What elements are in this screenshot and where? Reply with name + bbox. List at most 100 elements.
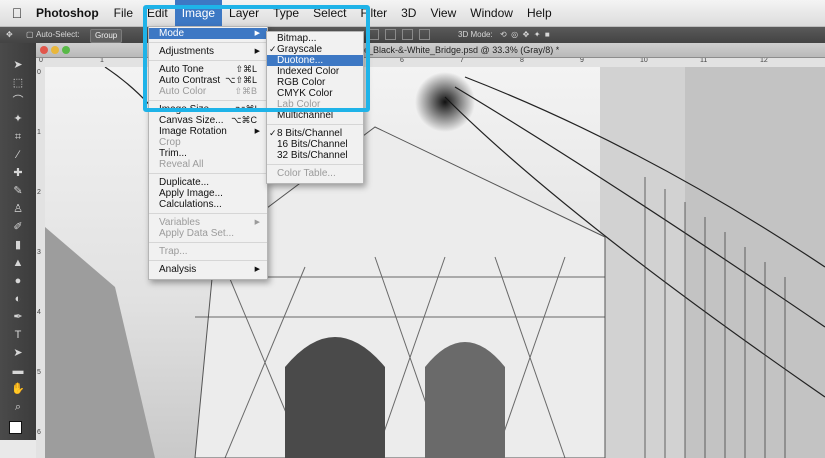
menu-item-image-size[interactable]: Image Size... ⌥⌘I [149, 104, 267, 115]
ruler-label: 4 [37, 309, 41, 316]
menu-layer[interactable]: Layer [222, 0, 266, 26]
menu-type[interactable]: Type [266, 0, 306, 26]
lasso-tool-icon[interactable]: ⌒ [9, 94, 27, 108]
menu-select[interactable]: Select [306, 0, 353, 26]
menu-item-adjustments[interactable]: Adjustments ▶ [149, 46, 267, 57]
align-distribute-icons[interactable] [368, 29, 436, 41]
ruler-label: 8 [520, 58, 524, 64]
menu-item-bitmap[interactable]: Bitmap... [267, 33, 363, 44]
ruler-label: 0 [37, 69, 41, 76]
distribute-icon[interactable] [419, 29, 430, 41]
menu-item-trim[interactable]: Trim... [149, 148, 267, 159]
menu-item-apply-image[interactable]: Apply Image... [149, 188, 267, 199]
menu-separator [267, 124, 363, 125]
scale-3d-icon[interactable]: ■ [545, 30, 550, 39]
document-title[interactable]: or_Black-&-White_Bridge.psd @ 33.3% (Gra… [360, 45, 559, 55]
type-tool-icon[interactable]: T [9, 328, 27, 342]
menu-item-analysis[interactable]: Analysis ▶ [149, 264, 267, 275]
apple-icon[interactable]:  [0, 5, 34, 21]
menu-separator [149, 100, 267, 101]
align-icon[interactable] [385, 29, 396, 41]
menu-file[interactable]: File [107, 0, 140, 26]
rotate-3d-icon[interactable]: ⟲ [500, 30, 507, 39]
crop-tool-icon[interactable]: ⌗ [9, 130, 27, 144]
menu-item-duotone[interactable]: Duotone... [267, 55, 363, 66]
drag-3d-icon[interactable]: ✥ [523, 30, 530, 39]
menu-item-duplicate[interactable]: Duplicate... [149, 177, 267, 188]
3d-mode-icons[interactable]: ⟲ ◎ ✥ ✦ ■ [500, 29, 550, 41]
menu-separator [149, 60, 267, 61]
paint-bucket-tool-icon[interactable]: ▲ [9, 256, 27, 270]
auto-select-label: Auto-Select: [36, 30, 80, 39]
shape-tool-icon[interactable]: ▬ [9, 364, 27, 378]
ruler-label: 10 [640, 58, 648, 64]
image-menu-dropdown: Mode ▶ Adjustments ▶ Auto Tone ⇧⌘L Auto Con… [148, 26, 268, 280]
healing-brush-tool-icon[interactable]: ✚ [9, 166, 27, 180]
menu-item-color-table: Color Table... [277, 168, 336, 179]
move-tool-icon[interactable]: ➤ [9, 58, 27, 72]
dodge-tool-icon[interactable]: ◐ [9, 292, 27, 306]
auto-select-checkbox[interactable]: ▢ [26, 29, 34, 41]
menu-view[interactable]: View [423, 0, 463, 26]
slide-3d-icon[interactable]: ✦ [534, 30, 541, 39]
auto-select-dropdown[interactable]: Group [90, 29, 123, 43]
menu-separator [149, 260, 267, 261]
menu-item-apply-data-set: Apply Data Set... [159, 228, 235, 239]
menu-3d[interactable]: 3D [394, 0, 423, 26]
menu-item-cmyk-color[interactable]: CMYK Color [267, 88, 363, 99]
hand-tool-icon[interactable]: ✋ [9, 382, 27, 396]
menu-item-8-bits[interactable]: ✓ 8 Bits/Channel [267, 128, 363, 139]
menu-item-mode[interactable]: Mode ▶ [149, 28, 267, 39]
menu-separator [267, 164, 363, 165]
quick-select-tool-icon[interactable]: ✦ [9, 112, 27, 126]
blur-tool-icon[interactable]: ● [9, 274, 27, 288]
menu-app-photoshop[interactable]: Photoshop [34, 0, 107, 26]
menu-item-multichannel[interactable]: Multichannel [267, 110, 363, 121]
path-select-tool-icon[interactable]: ➤ [9, 346, 27, 360]
checkmark-icon: ✓ [269, 44, 277, 54]
pen-tool-icon[interactable]: ✒ [9, 310, 27, 324]
align-icon[interactable] [368, 29, 379, 41]
ruler-label: 3 [37, 249, 41, 256]
checkmark-icon: ✓ [269, 128, 277, 138]
eraser-tool-icon[interactable]: ▮ [9, 238, 27, 252]
move-tool-icon[interactable]: ✥ [6, 29, 13, 41]
brush-tool-icon[interactable]: ✎ [9, 184, 27, 198]
menu-item-variables: Variables ▶ [159, 217, 260, 228]
ruler-label: 2 [37, 189, 41, 196]
align-icon[interactable] [402, 29, 413, 41]
clone-stamp-tool-icon[interactable]: ♙ [9, 202, 27, 216]
menu-item-auto-tone[interactable]: Auto Tone ⇧⌘L [149, 64, 267, 75]
menu-filter[interactable]: Filter [353, 0, 394, 26]
menu-item-16-bits[interactable]: 16 Bits/Channel [267, 139, 363, 150]
menu-window[interactable]: Window [463, 0, 520, 26]
close-window-icon[interactable] [40, 46, 48, 54]
menu-item-indexed-color[interactable]: Indexed Color [267, 66, 363, 77]
3d-mode-label: 3D Mode: [458, 30, 493, 39]
menu-item-crop: Crop [159, 137, 181, 148]
menu-item-auto-color: Auto Color ⇧⌘B [159, 86, 257, 97]
minimize-window-icon[interactable] [51, 46, 59, 54]
menu-item-calculations[interactable]: Calculations... [149, 199, 267, 210]
menu-help[interactable]: Help [520, 0, 559, 26]
menu-item-canvas-size[interactable]: Canvas Size... ⌥⌘C [149, 115, 267, 126]
zoom-window-icon[interactable] [62, 46, 70, 54]
history-brush-tool-icon[interactable]: ✐ [9, 220, 27, 234]
ruler-label: 11 [700, 58, 708, 64]
roll-3d-icon[interactable]: ◎ [511, 30, 518, 39]
foreground-color-swatch[interactable] [9, 421, 22, 434]
menu-item-rgb-color[interactable]: RGB Color [267, 77, 363, 88]
menu-item-grayscale[interactable]: ✓ Grayscale [267, 44, 363, 55]
menu-separator [149, 42, 267, 43]
menu-item-32-bits[interactable]: 32 Bits/Channel [267, 150, 363, 161]
marquee-tool-icon[interactable]: ⬚ [9, 76, 27, 90]
ruler-label: 6 [37, 429, 41, 436]
menu-image[interactable]: Image [174, 0, 223, 26]
menu-separator [149, 242, 267, 243]
menu-item-image-rotation[interactable]: Image Rotation ▶ [149, 126, 267, 137]
menu-item-auto-contrast[interactable]: Auto Contrast ⌥⇧⌘L [149, 75, 267, 86]
eyedropper-tool-icon[interactable]: ∕ [9, 148, 27, 162]
menu-separator [149, 213, 267, 214]
menu-edit[interactable]: Edit [140, 0, 175, 26]
zoom-tool-icon[interactable]: ⌕ [9, 400, 27, 414]
